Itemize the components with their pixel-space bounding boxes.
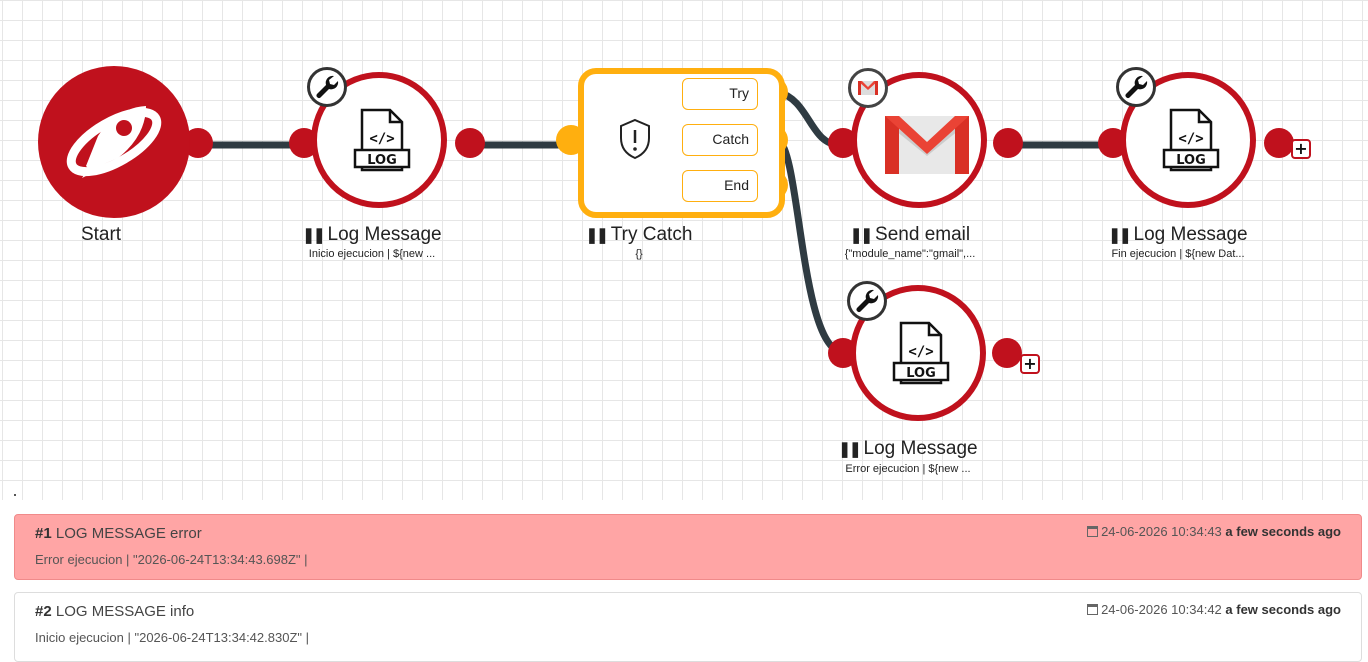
branch-try[interactable]: Try [682,78,758,110]
log-message-title-1: ❚❚ Log Message [302,224,442,245]
wrench-icon[interactable] [1116,67,1156,107]
log-message-title-3: ❚❚ Log Message [838,438,978,459]
try-catch-title: ❚❚ Try Catch [585,224,693,245]
svg-text:</>: </> [369,131,394,147]
log-entry-info[interactable]: #2 LOG MESSAGE info Inicio ejecucion | "… [14,592,1362,662]
log-message-subtitle-2: Fin ejecucion | ${new Dat... [1111,248,1245,260]
output-port[interactable] [1264,128,1294,158]
flow-canvas[interactable]: Start </> LOG ❚❚ Log Message Inicio ejecu… [0,0,1368,500]
branch-end[interactable]: End [682,170,758,202]
log-entry-header: #1 LOG MESSAGE error [35,525,202,542]
start-title: Start [80,224,122,245]
svg-text:</>: </> [908,344,933,360]
try-catch-subtitle: {} [635,248,643,260]
log-entry-message: Error ejecucion | "2026-06-24T13:34:43.6… [35,552,308,567]
add-node-button[interactable]: + [1291,139,1311,159]
try-catch-box[interactable]: Try Catch End [578,68,785,218]
output-port[interactable] [992,338,1022,368]
log-message-title-2: ❚❚ Log Message [1108,224,1248,245]
output-port[interactable] [455,128,485,158]
log-message-subtitle-1: Inicio ejecucion | ${new ... [308,248,436,260]
gmail-badge-icon[interactable] [848,68,888,108]
output-port[interactable] [993,128,1023,158]
add-node-button[interactable]: + [1020,354,1040,374]
svg-text:LOG: LOG [367,153,397,168]
log-entry-message: Inicio ejecucion | "2026-06-24T13:34:42.… [35,630,309,645]
shield-alert-icon [620,118,650,160]
log-entry-header: #2 LOG MESSAGE info [35,603,195,620]
svg-text:</>: </> [1178,131,1203,147]
wrench-icon[interactable] [307,67,347,107]
svg-text:LOG: LOG [906,366,936,381]
send-email-title: ❚❚ Send email [849,224,971,245]
log-entry-error[interactable]: #1 LOG MESSAGE error Error ejecucion | "… [14,514,1362,580]
log-entry-time: 24-06-2026 10:34:42 a few seconds ago [1087,602,1341,617]
wire-catch-log3 [774,136,844,356]
calendar-icon [1087,604,1099,615]
branch-catch[interactable]: Catch [682,124,758,156]
divider-dot [14,494,16,496]
wrench-icon[interactable] [847,281,887,321]
log-message-subtitle-3: Error ejecucion | ${new ... [845,463,971,475]
log-entry-time: 24-06-2026 10:34:43 a few seconds ago [1087,524,1341,539]
send-email-subtitle: {"module_name":"gmail",... [844,248,976,260]
calendar-icon [1087,526,1099,537]
svg-text:LOG: LOG [1176,153,1206,168]
rocket-icon [66,106,162,178]
start-circle[interactable] [38,66,190,218]
